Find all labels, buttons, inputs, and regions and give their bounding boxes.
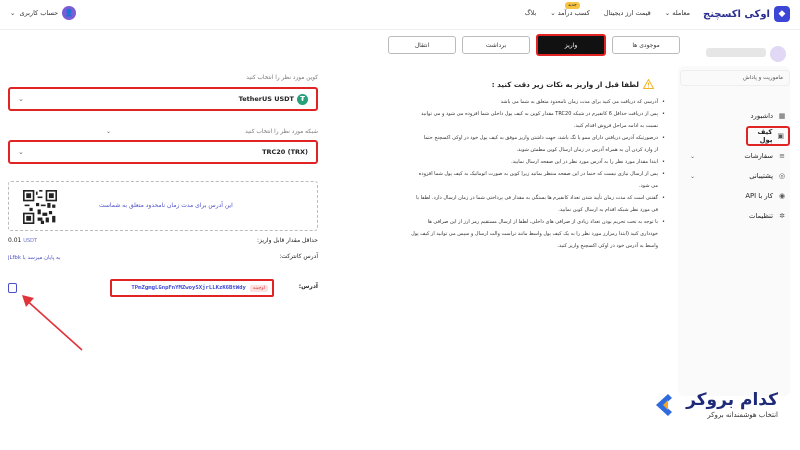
notice-list: آدرسی که دریافت می کنید برای مدت زمان نا…: [355, 96, 665, 252]
nav-prices[interactable]: قیمت ارز دیجیتال: [604, 9, 651, 17]
avatar: 👤: [62, 6, 77, 20]
sidebar-item-support[interactable]: ◎ پشتیبانی ⌄: [678, 166, 786, 186]
qr-code[interactable]: [23, 190, 57, 224]
user-menu[interactable]: 👤 حساب کاربری ⌄: [10, 6, 77, 20]
network-select[interactable]: TRC20 (TRX) ⌄: [8, 140, 318, 164]
nav-trade[interactable]: معامله ⌄: [665, 9, 690, 17]
min-deposit-value: 0.01 USDT: [8, 237, 38, 244]
settings-icon: ✲: [779, 212, 785, 220]
list-item: آدرسی که دریافت می کنید برای مدت زمان نا…: [355, 96, 665, 108]
avatar: [770, 46, 786, 62]
brand-logo-icon: [656, 393, 673, 416]
sidebar-user: [670, 40, 790, 70]
list-item-cont: خودداری کنید (ابتدا رمزارز مورد نظر را ب…: [411, 231, 658, 237]
network-value: TRC20 (TRX): [262, 148, 308, 156]
api-icon: ◉: [778, 192, 786, 200]
tab-transfer[interactable]: انتقال: [388, 36, 456, 54]
new-badge: جدید: [565, 2, 580, 9]
contract-link[interactable]: به پایان میرسد با jLfbk: [8, 255, 60, 261]
list-item-cont: نسبت به ادامه مراحل فروش اقدام کنید.: [573, 123, 658, 129]
chevron-down-icon: ⌄: [18, 148, 24, 156]
tether-icon: ₮: [297, 93, 308, 105]
brand-name: کدام بروکر: [686, 390, 778, 410]
chevron-down-icon: ⌄: [690, 152, 696, 160]
wallet-icon: ▣: [777, 132, 784, 140]
coin-select[interactable]: ₮ TetherUS USDT ⌄: [8, 87, 318, 111]
network-label: شبکه مورد نظر را انتخاب کنید: [245, 129, 318, 135]
nav-earn[interactable]: جدید کسب درآمد ⌄: [550, 2, 590, 17]
list-item: پس از دریافت حداقل 6 کانفیرم در شبکه TRC…: [355, 108, 665, 120]
list-item: ابتدا مقدار مورد نظر را به آدرس مورد نظر…: [355, 156, 665, 168]
min-deposit-label: حداقل مقدار قابل واریز:: [257, 237, 318, 244]
coin-label: کوین مورد نظر را انتخاب کنید: [246, 75, 318, 81]
orders-icon: ≡: [779, 152, 785, 160]
notice-title: لطفا قبل از واریز به نکات زیر دقت کنید :: [492, 79, 654, 89]
list-item: گفتنی است که مدت زمان تأیید شدن تعداد کا…: [355, 192, 665, 204]
list-item-cont: می شود.: [638, 183, 658, 189]
sidebar-menu: ▦ داشبورد ▣ کیف پول ≡ سفارشات ⌄ ◎ پشتیبا…: [678, 106, 790, 226]
nav-blog[interactable]: بلاگ: [525, 9, 537, 17]
tab-withdraw[interactable]: برداشت: [462, 36, 530, 54]
annotation-arrow: [22, 295, 83, 351]
sidebar-item-api[interactable]: ◉ کار با API: [678, 186, 786, 206]
sidebar-item-dashboard[interactable]: ▦ داشبورد: [678, 106, 786, 126]
list-item: پس از ارسال نیازی نیست که حتما در این صف…: [355, 168, 665, 180]
address-value: TPmZgmgLGnpFnYMZwoySXjrLLKzK6BtWdy: [131, 285, 246, 291]
sidebar-item-orders[interactable]: ≡ سفارشات ⌄: [678, 146, 786, 166]
brand-tagline: انتخاب هوشمندانه بروکر: [707, 411, 778, 419]
tab-balances[interactable]: موجودی ها: [612, 36, 680, 54]
list-item-cont: فی مورد نظر شبکه اقدام به ارسال کوین نما…: [558, 207, 658, 213]
sidebar-item-wallet[interactable]: ▣ کیف پول: [746, 126, 790, 146]
dashboard-icon: ▦: [778, 112, 786, 120]
logo[interactable]: ◆ اوکی اکسچنج: [703, 6, 790, 22]
list-item: با توجه به تحت تحریم بودن تعداد زیادی از…: [355, 216, 665, 228]
brand-watermark: کدام بروکر انتخاب هوشمندانه بروکر: [652, 390, 778, 419]
nav-links: معامله ⌄ قیمت ارز دیجیتال جدید کسب درآمد …: [525, 2, 690, 17]
deposit-address[interactable]: اوچینه TPmZgmgLGnpFnYMZwoySXjrLLKzK6BtWd…: [110, 279, 274, 297]
sidebar-item-settings[interactable]: ✲ تنظیمات: [678, 206, 786, 226]
coin-value: ₮ TetherUS USDT: [239, 93, 308, 105]
address-type-badge: اوچینه: [249, 284, 268, 292]
chevron-down-icon: ⌄: [10, 9, 16, 17]
deposit-qr-box: این آدرس برای مدت زمان نامحدود متعلق به …: [8, 181, 318, 231]
list-item: درصورتیکه آدرس دریافتی دارای ممو یا تگ ب…: [355, 132, 665, 144]
tab-deposit[interactable]: واریز: [536, 34, 606, 56]
wallet-tabs: موجودی ها واریز برداشت انتقال: [388, 34, 680, 56]
rewards-link[interactable]: ماموریت و پاداش: [680, 70, 790, 86]
support-icon: ◎: [778, 172, 786, 180]
list-item-cont: واسط به آدرس خود در اوکی اکسچنج واریز کن…: [557, 243, 658, 249]
list-item-cont: از وارد کردن آن به همراه آدرس در زمان ار…: [516, 147, 658, 153]
address-label: آدرس:: [298, 283, 318, 290]
chevron-down-icon: ⌄: [18, 95, 24, 103]
logo-icon: ◆: [774, 6, 790, 22]
user-name-placeholder: [706, 48, 766, 57]
top-nav: ◆ اوکی اکسچنج معامله ⌄ قیمت ارز دیجیتال …: [0, 0, 800, 30]
warning-icon: [643, 79, 654, 89]
qr-caption: این آدرس برای مدت زمان نامحدود متعلق به …: [99, 202, 233, 209]
contract-label: آدرس کانترکت:: [279, 253, 318, 260]
chevron-down-icon: ⌄: [690, 172, 696, 180]
